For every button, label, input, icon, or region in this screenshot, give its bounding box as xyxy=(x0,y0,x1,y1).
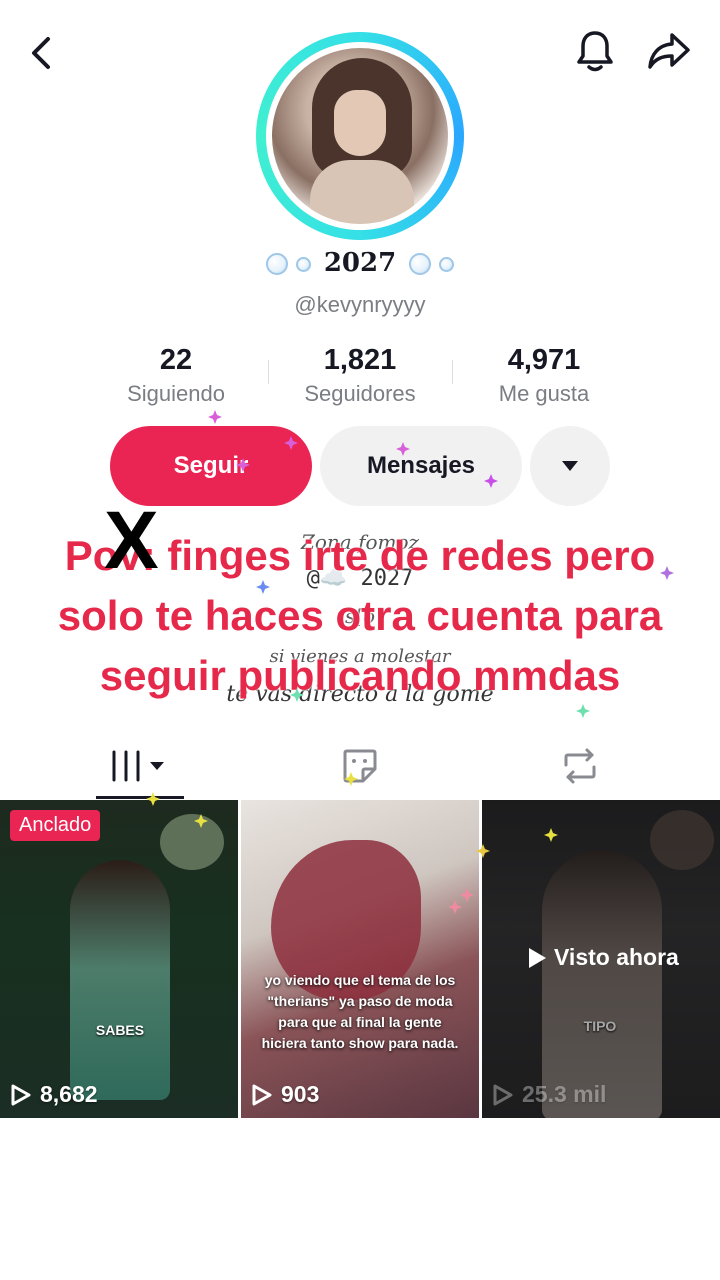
play-count: 25.3 mil xyxy=(492,1081,606,1108)
following-count: 22 xyxy=(159,344,193,376)
stat-followers[interactable]: 1,821 Seguidores xyxy=(270,344,450,407)
sparkle-icon xyxy=(544,828,558,842)
grid-icon xyxy=(112,750,164,782)
sparkle-icon xyxy=(344,772,358,786)
play-count-value: 25.3 mil xyxy=(522,1081,607,1107)
message-button[interactable]: Mensajes xyxy=(320,426,522,506)
display-name: 2027 xyxy=(323,248,397,278)
stat-divider xyxy=(268,360,269,384)
overlay-x-mark: X xyxy=(104,495,159,586)
heart-sticker xyxy=(160,814,224,870)
stat-likes[interactable]: 4,971 Me gusta xyxy=(454,344,634,407)
active-tab-indicator xyxy=(96,796,184,799)
likes-label: Me gusta xyxy=(498,381,590,406)
sparkle-icon xyxy=(476,844,490,858)
play-outline-icon xyxy=(252,1084,272,1105)
sparkle-icon xyxy=(660,566,674,580)
followers-count: 1,821 xyxy=(323,344,397,376)
sparkle-icon xyxy=(208,410,222,424)
share-button[interactable] xyxy=(642,26,694,76)
video-caption: yo viendo que el tema de los "therians" … xyxy=(261,972,459,1051)
bubble-icon xyxy=(295,256,311,272)
thumbnail-figure xyxy=(70,860,170,1100)
sparkle-icon xyxy=(284,436,298,450)
watched-now-text: Visto ahora xyxy=(554,944,679,970)
sparkle-icon xyxy=(194,814,208,828)
bubble-icon xyxy=(265,253,288,275)
play-outline-icon xyxy=(493,1084,513,1105)
profile-avatar[interactable] xyxy=(256,32,464,240)
play-count: 8,682 xyxy=(10,1081,98,1108)
bell-icon xyxy=(577,31,613,72)
share-arrow-icon xyxy=(648,33,690,69)
back-button[interactable] xyxy=(18,30,64,76)
tab-videos[interactable] xyxy=(96,740,184,792)
video-caption: SABES xyxy=(95,1022,145,1038)
bubble-icon xyxy=(409,253,432,275)
sparkle-icon xyxy=(146,792,160,806)
stat-following[interactable]: 22 Siguiendo xyxy=(86,344,266,407)
play-filled-icon xyxy=(529,947,546,968)
play-count-value: 903 xyxy=(281,1081,320,1107)
notification-bell-button[interactable] xyxy=(570,26,620,76)
watched-now-label: Visto ahora xyxy=(526,944,679,971)
sparkle-icon xyxy=(576,704,590,718)
username: @kevynryyyy xyxy=(294,292,426,317)
sparkle-icon xyxy=(484,474,498,488)
caret-down-icon xyxy=(562,461,578,471)
pinned-badge: Anclado xyxy=(10,810,101,841)
video-thumbnail[interactable]: Anclado SABES 8,682 xyxy=(0,800,238,1118)
play-outline-icon xyxy=(11,1084,31,1105)
tab-reposts[interactable] xyxy=(556,740,604,792)
chevron-left-icon xyxy=(32,37,50,69)
follow-button[interactable]: Seguir xyxy=(110,426,312,506)
bubble-icon xyxy=(439,256,455,272)
followers-label: Seguidores xyxy=(304,381,416,406)
sparkle-icon xyxy=(460,888,474,902)
sparkle-icon xyxy=(236,458,250,472)
following-label: Siguiendo xyxy=(127,381,225,406)
more-options-button[interactable] xyxy=(530,426,610,506)
stat-divider xyxy=(452,360,453,384)
sparkle-icon xyxy=(396,442,410,456)
display-name-row: 2027 xyxy=(0,248,720,278)
sparkle-icon xyxy=(290,688,304,702)
video-thumbnail[interactable]: yo viendo que el tema de los "therians" … xyxy=(241,800,479,1118)
avatar-photo xyxy=(272,48,448,224)
sparkle-icon xyxy=(256,580,270,594)
play-count-value: 8,682 xyxy=(40,1081,98,1107)
play-count: 903 xyxy=(251,1081,319,1108)
likes-count: 4,971 xyxy=(507,344,581,376)
sparkle-icon xyxy=(448,900,462,914)
repost-icon xyxy=(564,748,596,784)
